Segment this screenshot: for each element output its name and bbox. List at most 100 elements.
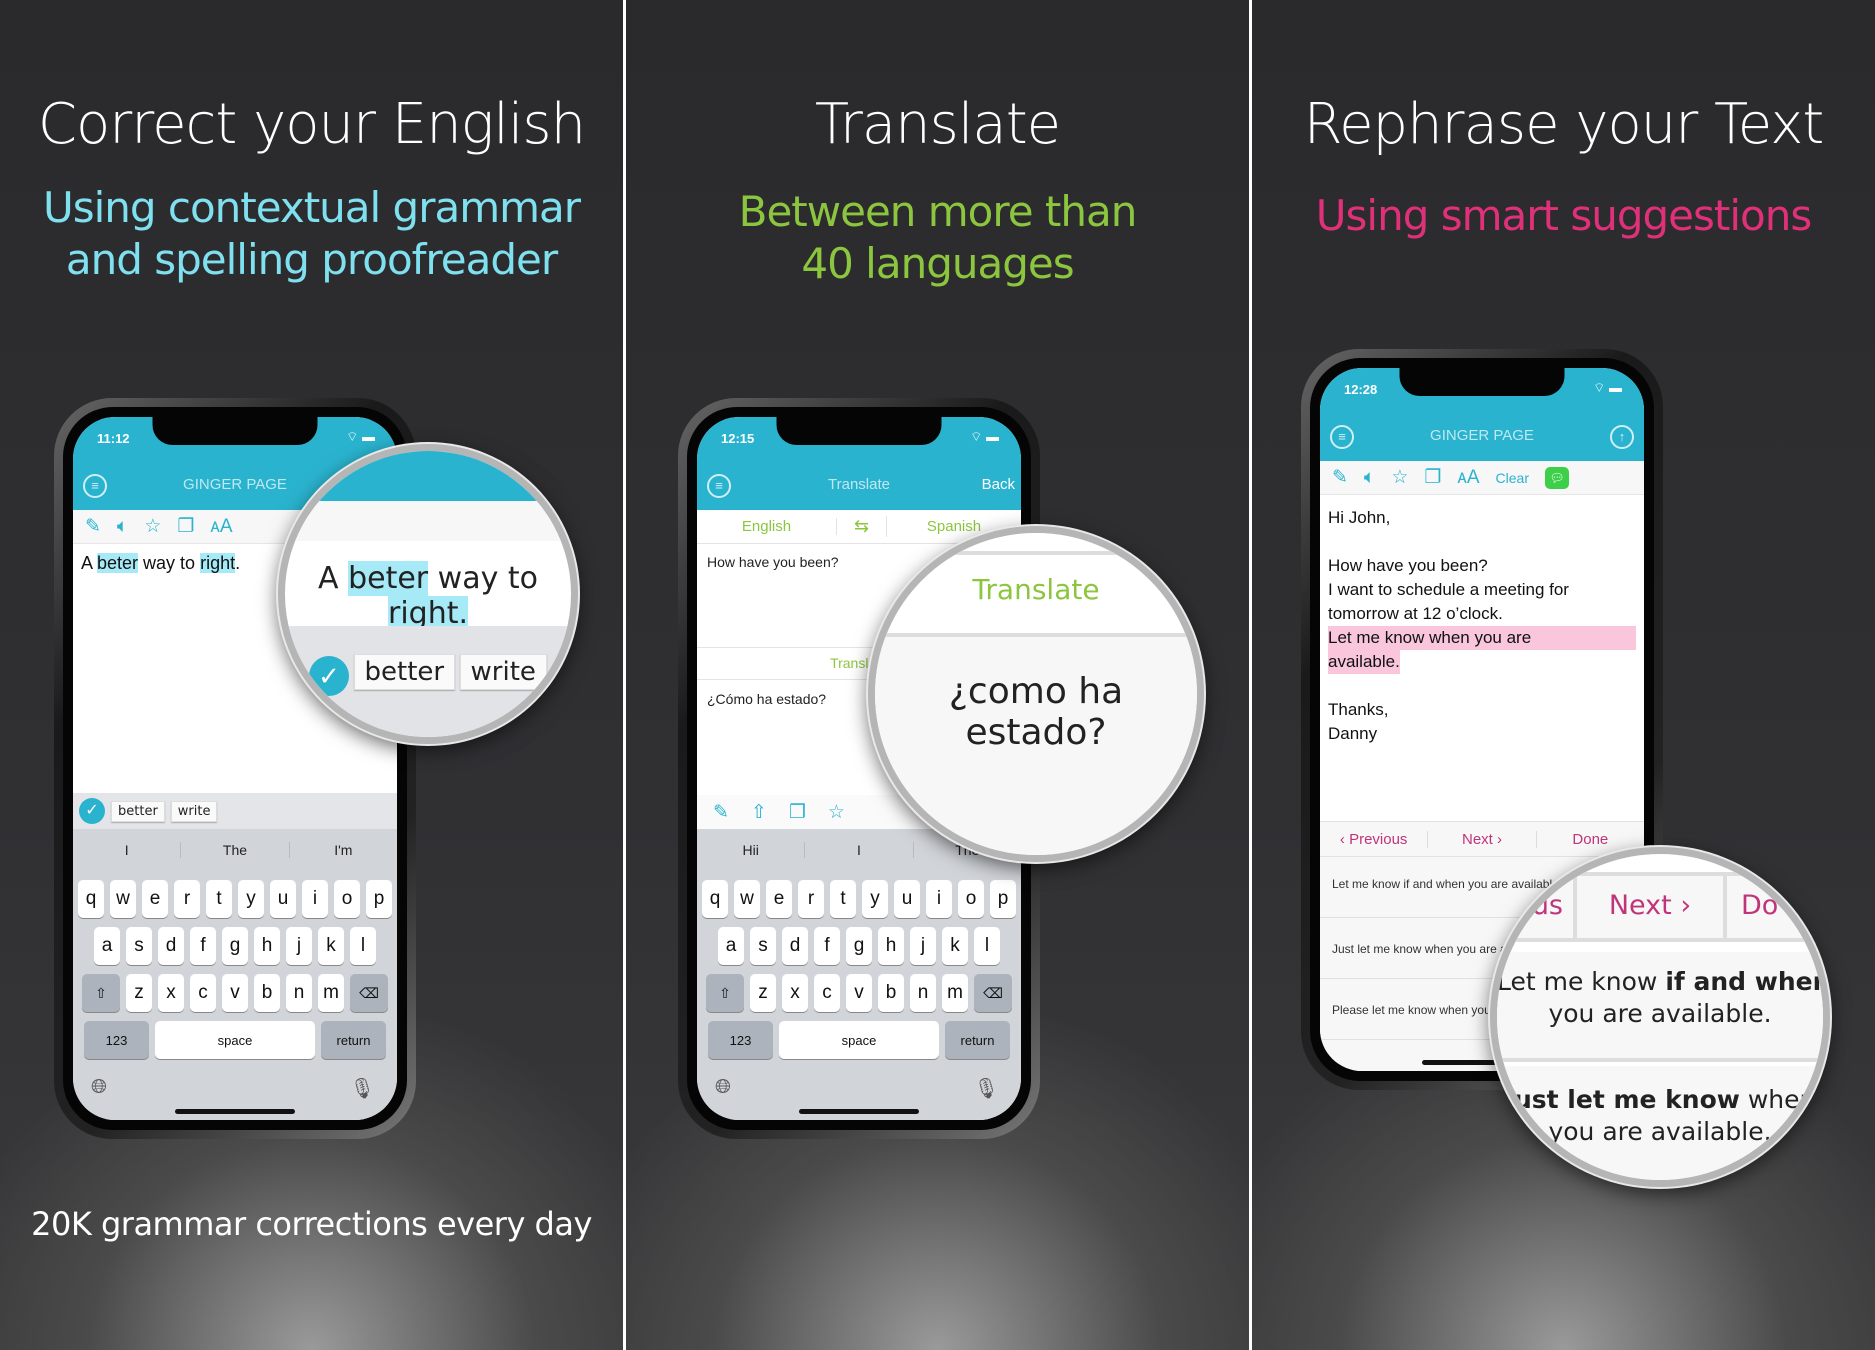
return-key[interactable]: return	[321, 1021, 386, 1059]
key[interactable]: f	[814, 927, 840, 965]
suggestion-chip[interactable]: write	[170, 800, 218, 822]
key[interactable]: t	[206, 880, 232, 918]
key[interactable]: w	[734, 880, 760, 918]
next-button[interactable]: Next ›	[1428, 830, 1537, 848]
key[interactable]: q	[702, 880, 728, 918]
key[interactable]: h	[878, 927, 904, 965]
shift-key[interactable]: ⇧	[82, 974, 120, 1012]
key[interactable]: c	[190, 974, 216, 1012]
font-size-icon[interactable]: ᴀA	[210, 516, 232, 538]
key[interactable]: a	[94, 927, 120, 965]
upload-icon[interactable]: ↑	[1610, 425, 1634, 449]
source-language[interactable]: English	[697, 518, 837, 535]
prediction[interactable]: I	[73, 842, 182, 858]
error-word[interactable]: beter	[97, 553, 139, 573]
speaker-icon[interactable]: 🔈︎	[1364, 467, 1375, 489]
done-button[interactable]: Done	[1537, 831, 1644, 848]
key[interactable]: g	[846, 927, 872, 965]
font-size-icon[interactable]: ᴀA	[1457, 467, 1479, 489]
speaker-icon[interactable]: 🔈︎	[117, 516, 128, 538]
key[interactable]: n	[910, 974, 936, 1012]
editor-text[interactable]: A beter way to right.	[81, 553, 240, 574]
key[interactable]: n	[286, 974, 312, 1012]
key[interactable]: z	[750, 974, 776, 1012]
key[interactable]: j	[910, 927, 936, 965]
pen-icon[interactable]: ✎	[713, 801, 729, 824]
microphone-icon[interactable]: 🎙︎	[974, 1076, 999, 1101]
key[interactable]: g	[222, 927, 248, 965]
key[interactable]: c	[814, 974, 840, 1012]
key[interactable]: f	[190, 927, 216, 965]
pen-icon[interactable]: ✎	[85, 515, 101, 538]
delete-key[interactable]: ⌫	[974, 974, 1012, 1012]
key[interactable]: w	[110, 880, 136, 918]
key[interactable]: y	[862, 880, 888, 918]
key[interactable]: t	[830, 880, 856, 918]
numbers-key[interactable]: 123	[708, 1021, 773, 1059]
star-icon[interactable]: ☆	[828, 801, 845, 824]
key[interactable]: p	[990, 880, 1016, 918]
star-icon[interactable]: ☆	[144, 515, 161, 538]
key[interactable]: s	[126, 927, 152, 965]
key[interactable]: u	[894, 880, 920, 918]
key[interactable]: d	[782, 927, 808, 965]
key[interactable]: v	[222, 974, 248, 1012]
highlighted-sentence[interactable]: available.	[1328, 650, 1400, 674]
upload-icon[interactable]: ⇧	[751, 801, 767, 824]
key[interactable]: z	[126, 974, 152, 1012]
globe-icon[interactable]: 🌐︎	[715, 1076, 731, 1099]
key[interactable]: m	[318, 974, 344, 1012]
key[interactable]: o	[334, 880, 360, 918]
editor-text[interactable]: Hi John, How have you been? I want to sche…	[1328, 506, 1636, 746]
key[interactable]: x	[782, 974, 808, 1012]
key[interactable]: r	[174, 880, 200, 918]
pen-icon[interactable]: ✎	[1332, 466, 1348, 489]
shift-key[interactable]: ⇧	[706, 974, 744, 1012]
key[interactable]: d	[158, 927, 184, 965]
copy-icon[interactable]: ❐	[789, 801, 806, 824]
suggestion-chip[interactable]: better	[111, 800, 165, 822]
prediction[interactable]: I'm	[290, 842, 397, 858]
copy-icon[interactable]: ❐	[177, 515, 194, 538]
return-key[interactable]: return	[945, 1021, 1010, 1059]
microphone-icon[interactable]: 🎙︎	[350, 1076, 375, 1101]
key[interactable]: b	[254, 974, 280, 1012]
key[interactable]: o	[958, 880, 984, 918]
key[interactable]: i	[926, 880, 952, 918]
key[interactable]: y	[238, 880, 264, 918]
source-text-input[interactable]: How have you been?	[707, 554, 839, 570]
key[interactable]: p	[366, 880, 392, 918]
key[interactable]: e	[142, 880, 168, 918]
globe-icon[interactable]: 🌐︎	[91, 1076, 107, 1099]
previous-button[interactable]: ‹ Previous	[1320, 830, 1429, 848]
prediction[interactable]: Hii	[697, 842, 806, 858]
key[interactable]: h	[254, 927, 280, 965]
key[interactable]: r	[798, 880, 824, 918]
delete-key[interactable]: ⌫	[350, 974, 388, 1012]
copy-icon[interactable]: ❐	[1424, 466, 1441, 489]
key[interactable]: k	[942, 927, 968, 965]
space-key[interactable]: space	[779, 1021, 939, 1059]
back-button[interactable]: Back	[982, 476, 1015, 493]
key[interactable]: i	[302, 880, 328, 918]
key[interactable]: x	[158, 974, 184, 1012]
error-word[interactable]: right	[200, 553, 236, 573]
accept-check-icon[interactable]: ✓	[79, 798, 105, 824]
key[interactable]: v	[846, 974, 872, 1012]
highlighted-sentence[interactable]: Let me know when you are	[1328, 626, 1636, 650]
key[interactable]: l	[350, 927, 376, 965]
key[interactable]: l	[974, 927, 1000, 965]
key[interactable]: b	[878, 974, 904, 1012]
key[interactable]: q	[78, 880, 104, 918]
key[interactable]: j	[286, 927, 312, 965]
clear-button[interactable]: Clear	[1496, 470, 1529, 486]
key[interactable]: e	[766, 880, 792, 918]
key[interactable]: s	[750, 927, 776, 965]
space-key[interactable]: space	[155, 1021, 315, 1059]
numbers-key[interactable]: 123	[84, 1021, 149, 1059]
key[interactable]: m	[942, 974, 968, 1012]
message-icon[interactable]: 💬︎	[1545, 466, 1569, 489]
key[interactable]: u	[270, 880, 296, 918]
star-icon[interactable]: ☆	[1391, 466, 1408, 489]
prediction[interactable]: The	[181, 842, 290, 858]
